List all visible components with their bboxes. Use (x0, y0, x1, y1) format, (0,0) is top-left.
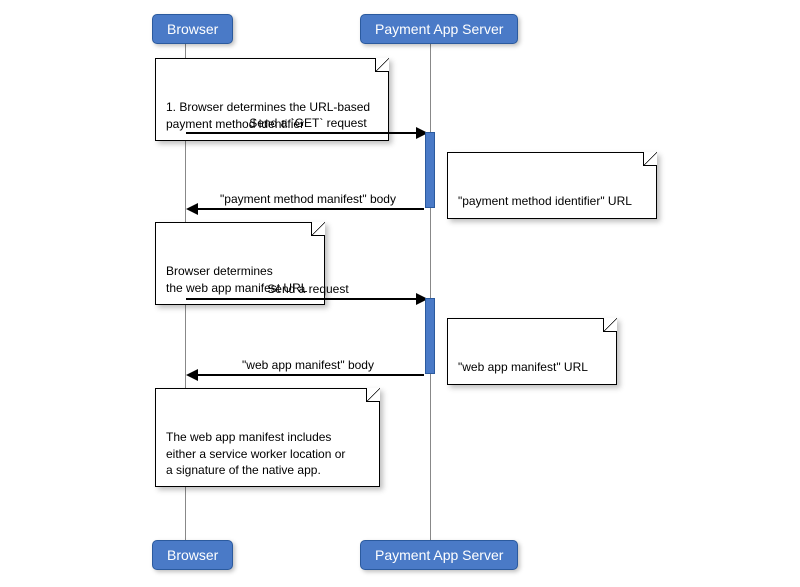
note-text: Browser determines the web app manifest … (166, 264, 307, 294)
participant-label: Browser (167, 547, 218, 563)
note-manifest-includes: The web app manifest includes either a s… (155, 388, 380, 487)
note-fold-icon (366, 388, 380, 402)
activation-bar (425, 298, 435, 374)
message-label: "web app manifest" body (186, 358, 430, 372)
note-pmi-url: "payment method identifier" URL (447, 152, 657, 219)
message-line (186, 298, 418, 300)
note-fold-icon (643, 152, 657, 166)
note-text: "payment method identifier" URL (458, 194, 632, 208)
activation-bar (425, 132, 435, 208)
participant-browser-top: Browser (152, 14, 233, 44)
participant-server-bottom: Payment App Server (360, 540, 518, 570)
note-text: 1. Browser determines the URL-based paym… (166, 100, 370, 130)
note-web-app-manifest-url: "web app manifest" URL (447, 318, 617, 385)
message-label: "payment method manifest" body (186, 192, 430, 206)
note-text: "web app manifest" URL (458, 360, 588, 374)
lifeline-server (430, 40, 431, 540)
participant-browser-bottom: Browser (152, 540, 233, 570)
participant-server-top: Payment App Server (360, 14, 518, 44)
participant-label: Payment App Server (375, 21, 503, 37)
note-determine-manifest-url: Browser determines the web app manifest … (155, 222, 325, 305)
sequence-diagram: Browser Payment App Server 1. Browser de… (0, 0, 800, 587)
arrow-left-icon (186, 369, 198, 381)
note-determine-pmi: 1. Browser determines the URL-based paym… (155, 58, 389, 141)
message-line (186, 132, 418, 134)
note-text: The web app manifest includes either a s… (166, 430, 345, 476)
participant-label: Browser (167, 21, 218, 37)
message-line (198, 208, 424, 210)
note-fold-icon (603, 318, 617, 332)
note-fold-icon (311, 222, 325, 236)
arrow-left-icon (186, 203, 198, 215)
message-line (198, 374, 424, 376)
participant-label: Payment App Server (375, 547, 503, 563)
note-fold-icon (375, 58, 389, 72)
